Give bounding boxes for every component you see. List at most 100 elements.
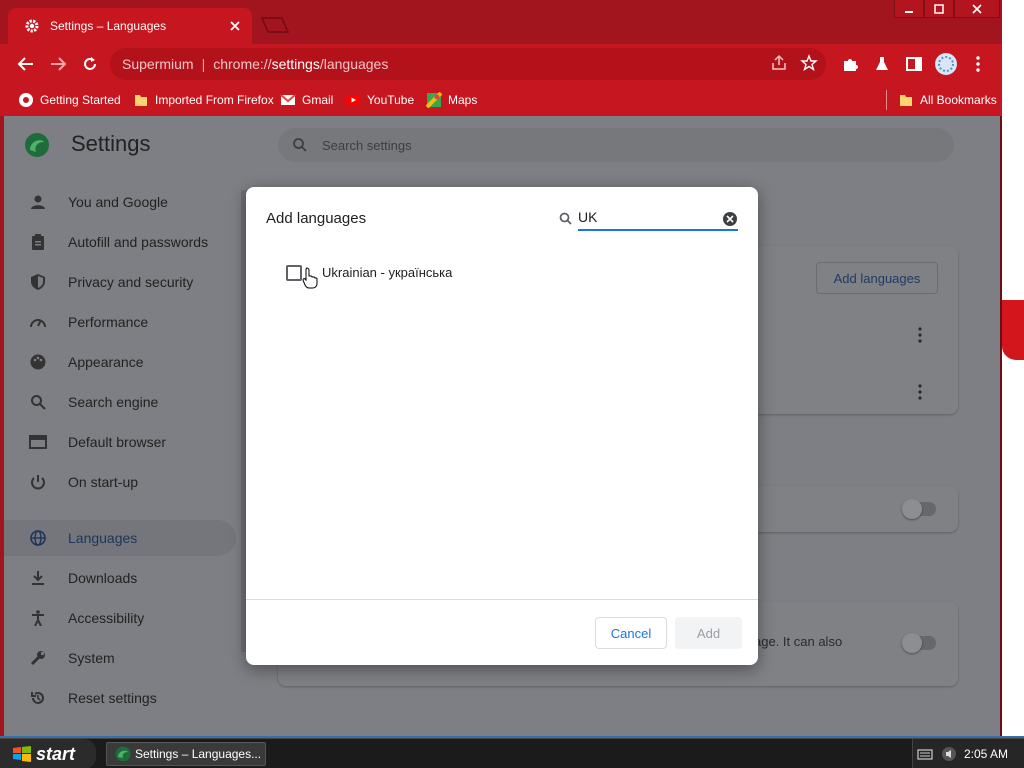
add-languages-dialog: Add languages Ukrainian - українська Can…: [246, 187, 758, 665]
sidebar-item-privacy[interactable]: Privacy and security: [4, 264, 236, 300]
labs-button[interactable]: [872, 54, 892, 74]
language-option-ukrainian[interactable]: Ukrainian - українська: [286, 263, 452, 283]
windows-flag-icon: [13, 746, 31, 762]
close-window-button[interactable]: [954, 0, 1000, 18]
browser-app-icon: [115, 746, 131, 762]
address-bar[interactable]: Supermium | chrome://settings/languages: [110, 48, 826, 80]
bookmark-label: YouTube: [367, 93, 415, 107]
sidebar-item-label: Performance: [68, 314, 149, 330]
sidebar-item-appearance[interactable]: Appearance: [4, 344, 236, 380]
power-icon: [28, 472, 48, 492]
speaker-icon[interactable]: [941, 746, 957, 762]
reset-icon: [28, 688, 48, 708]
desktop-wallpaper-fragment: [1002, 300, 1024, 360]
star-icon[interactable]: [800, 54, 818, 72]
bookmark-label: Gmail: [302, 93, 334, 107]
maximize-icon: [934, 3, 944, 14]
browser-toolbar: Supermium | chrome://settings/languages: [0, 44, 1002, 84]
sidebar-item-label: Downloads: [68, 570, 138, 586]
sidebar-item-label: Privacy and security: [68, 274, 194, 290]
bookmark-imported-from-firefox[interactable]: Imported From Firefox: [133, 92, 274, 108]
profile-avatar[interactable]: [934, 52, 958, 76]
back-arrow-icon: [17, 57, 33, 71]
start-button[interactable]: start: [0, 739, 96, 768]
minimize-button[interactable]: [894, 0, 924, 18]
tab-title: Settings – Languages: [50, 19, 167, 33]
clipboard-icon: [28, 232, 48, 252]
language-checkbox[interactable]: [286, 265, 302, 281]
all-bookmarks[interactable]: All Bookmarks: [898, 92, 997, 108]
wrench-icon: [28, 648, 48, 668]
cancel-button[interactable]: Cancel: [595, 617, 667, 649]
toggle-knob: [902, 633, 922, 653]
dialog-divider: [246, 599, 758, 600]
spellcheck-description: age. It can also: [754, 634, 843, 649]
bookmark-maps[interactable]: Maps: [426, 92, 477, 108]
sidebar-item-label: You and Google: [68, 194, 168, 210]
maximize-button[interactable]: [924, 0, 954, 18]
search-icon: [293, 138, 307, 152]
sidebar-item-on-startup[interactable]: On start-up: [4, 464, 236, 500]
taskbar: start Settings – Languages... 2:05 AM: [0, 738, 1024, 768]
sidebar-item-performance[interactable]: Performance: [4, 304, 236, 340]
search-placeholder: Search settings: [322, 137, 412, 153]
gear-icon: [25, 19, 39, 33]
sidebar-item-downloads[interactable]: Downloads: [4, 560, 236, 596]
tab-settings-languages[interactable]: Settings – Languages: [8, 8, 252, 44]
close-tab-icon[interactable]: [226, 17, 244, 35]
bookmark-gmail[interactable]: Gmail: [280, 92, 333, 108]
add-button[interactable]: Add: [675, 617, 742, 649]
minimize-icon: [905, 10, 913, 13]
puzzle-icon: [844, 59, 858, 71]
spellcheck-toggle[interactable]: [902, 633, 936, 653]
system-tray: 2:05 AM: [912, 739, 1024, 768]
sidebar-item-label: Accessibility: [68, 610, 145, 626]
url-path: /languages: [319, 56, 389, 72]
side-panel-button[interactable]: [904, 54, 924, 74]
add-languages-button-background[interactable]: Add languages: [816, 262, 938, 294]
sidebar-item-label: Search engine: [68, 394, 159, 410]
start-label: start: [36, 743, 76, 764]
folder-icon: [900, 95, 912, 106]
reload-button[interactable]: [80, 54, 100, 74]
hand-cursor-icon: [302, 267, 318, 289]
taskbar-item-settings[interactable]: Settings – Languages...: [106, 742, 266, 766]
sidebar-item-default-browser[interactable]: Default browser: [4, 424, 236, 460]
extensions-button[interactable]: [840, 54, 860, 74]
sidebar-item-languages[interactable]: Languages: [4, 520, 236, 556]
taskbar-item-label: Settings – Languages...: [135, 747, 262, 761]
keyboard-icon[interactable]: [917, 747, 933, 761]
settings-search-input[interactable]: Search settings: [278, 128, 954, 162]
clear-search-icon[interactable]: [722, 211, 738, 227]
language-search-input[interactable]: [578, 205, 738, 231]
sidebar-item-reset-settings[interactable]: Reset settings: [4, 680, 236, 716]
close-icon: [972, 3, 982, 14]
speedometer-icon: [28, 312, 48, 332]
back-button[interactable]: [16, 54, 36, 74]
reload-icon: [84, 57, 96, 70]
sidebar-item-system[interactable]: System: [4, 640, 236, 676]
shield-icon: [28, 272, 48, 292]
setting-toggle[interactable]: [902, 499, 936, 519]
share-icon[interactable]: [770, 54, 788, 72]
forward-button[interactable]: [48, 54, 68, 74]
clock: 2:05 AM: [963, 747, 1008, 761]
menu-button[interactable]: [968, 54, 988, 74]
sidebar-item-search-engine[interactable]: Search engine: [4, 384, 236, 420]
sidebar-item-autofill[interactable]: Autofill and passwords: [4, 224, 236, 260]
sidebar-item-you-and-google[interactable]: You and Google: [4, 184, 236, 220]
desktop-background: [1002, 0, 1024, 736]
new-tab-icon[interactable]: [258, 16, 292, 34]
palette-icon: [28, 352, 48, 372]
gmail-icon: [280, 94, 296, 105]
sidebar-item-label: Languages: [68, 530, 138, 546]
more-actions-icon[interactable]: [918, 327, 922, 343]
download-icon: [28, 568, 48, 588]
more-actions-icon[interactable]: [918, 384, 922, 400]
language-option-label: Ukrainian - українська: [322, 265, 453, 280]
accessibility-icon: [28, 608, 48, 628]
sidebar-item-accessibility[interactable]: Accessibility: [4, 600, 236, 636]
bookmark-youtube[interactable]: YouTube: [345, 92, 414, 108]
bookmark-getting-started[interactable]: Getting Started: [18, 92, 121, 108]
search-icon: [559, 212, 572, 225]
